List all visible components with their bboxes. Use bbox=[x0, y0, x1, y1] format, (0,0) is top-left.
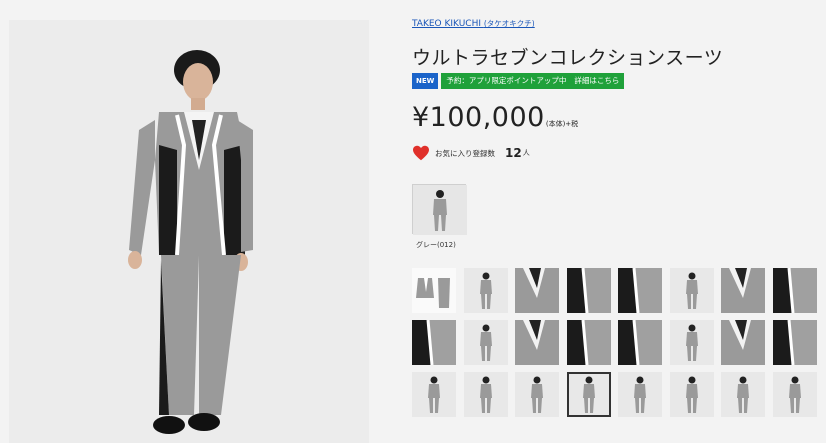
thumbnail-image bbox=[669, 320, 714, 365]
product-thumbnail[interactable] bbox=[412, 372, 456, 417]
color-swatch-gray[interactable] bbox=[412, 184, 467, 235]
thumbnail-image bbox=[566, 268, 611, 313]
product-thumbnail[interactable] bbox=[566, 372, 611, 417]
product-thumbnail[interactable] bbox=[721, 372, 765, 417]
thumbnail-image bbox=[669, 268, 714, 313]
thumbnail-image bbox=[618, 320, 662, 365]
product-title: ウルトラセブンコレクションスーツ bbox=[412, 47, 724, 69]
favorite-unit: 人 bbox=[522, 149, 530, 157]
product-thumbnail[interactable] bbox=[463, 268, 508, 313]
product-thumbnail[interactable] bbox=[566, 320, 611, 365]
product-thumbnail[interactable] bbox=[463, 320, 508, 365]
promo-text: 予約：アプリ限定ポイントアップ中 bbox=[446, 76, 567, 85]
product-thumbnail[interactable] bbox=[515, 372, 559, 417]
product-thumbnail[interactable] bbox=[721, 320, 765, 365]
badge-row: NEW 予約：アプリ限定ポイントアップ中 詳細はこちら bbox=[412, 73, 625, 89]
thumbnail-image bbox=[566, 320, 611, 365]
price-amount: ¥100,000 bbox=[412, 102, 545, 133]
product-thumbnail[interactable] bbox=[669, 320, 714, 365]
thumbnail-image bbox=[721, 320, 765, 365]
favorite-label: お気に入り登録数 bbox=[435, 148, 495, 158]
main-product-photo[interactable] bbox=[9, 20, 369, 443]
thumbnail-image bbox=[515, 268, 559, 313]
product-thumbnail[interactable] bbox=[515, 268, 559, 313]
brand-link[interactable]: TAKEO KIKUCHI (タケオキクチ) bbox=[412, 18, 535, 29]
price: ¥100,000(本体)+税 bbox=[412, 102, 578, 133]
thumbnail-image bbox=[412, 268, 456, 313]
thumbnail-image bbox=[669, 372, 714, 417]
thumbnail-image bbox=[412, 372, 456, 417]
new-badge: NEW bbox=[412, 73, 439, 89]
product-thumbnail[interactable] bbox=[566, 268, 611, 313]
thumbnail-image bbox=[772, 372, 817, 417]
product-thumbnail[interactable] bbox=[412, 268, 456, 313]
thumbnail-image bbox=[721, 372, 765, 417]
product-thumbnail[interactable] bbox=[618, 268, 662, 313]
favorite-row: お気に入り登録数 12 人 bbox=[412, 145, 530, 161]
thumbnail-image bbox=[515, 372, 559, 417]
thumbnail-image bbox=[721, 268, 765, 313]
product-thumbnail[interactable] bbox=[515, 320, 559, 365]
thumbnail-image bbox=[463, 320, 508, 365]
thumbnail-image bbox=[412, 320, 456, 365]
color-swatch-image bbox=[413, 185, 467, 235]
product-thumbnail[interactable] bbox=[772, 320, 817, 365]
thumbnail-image bbox=[515, 320, 559, 365]
promo-detail-link[interactable]: 詳細はこちら bbox=[574, 76, 619, 85]
product-thumbnail[interactable] bbox=[618, 320, 662, 365]
product-thumbnail[interactable] bbox=[412, 320, 456, 365]
thumbnail-image bbox=[463, 268, 508, 313]
product-thumbnail[interactable] bbox=[669, 372, 714, 417]
thumbnail-image bbox=[772, 320, 817, 365]
thumbnail-image bbox=[772, 268, 817, 313]
product-thumbnail[interactable] bbox=[618, 372, 662, 417]
brand-name: TAKEO KIKUCHI bbox=[412, 19, 481, 29]
brand-kana: (タケオキクチ) bbox=[483, 19, 535, 28]
thumbnail-image bbox=[566, 372, 611, 417]
thumbnail-image bbox=[463, 372, 508, 417]
model-in-suit-image bbox=[9, 20, 369, 443]
product-thumbnail[interactable] bbox=[721, 268, 765, 313]
product-thumbnail[interactable] bbox=[463, 372, 508, 417]
price-tax-note: (本体)+税 bbox=[545, 120, 579, 128]
product-thumbnail[interactable] bbox=[669, 268, 714, 313]
favorite-count: 12 bbox=[505, 146, 522, 160]
product-thumbnail[interactable] bbox=[772, 372, 817, 417]
color-label: グレー(012) bbox=[416, 241, 456, 249]
thumbnail-image bbox=[618, 268, 662, 313]
product-thumbnail[interactable] bbox=[772, 268, 817, 313]
thumbnail-image bbox=[618, 372, 662, 417]
promo-badge[interactable]: 予約：アプリ限定ポイントアップ中 詳細はこちら bbox=[441, 73, 625, 89]
heart-icon[interactable] bbox=[412, 145, 430, 161]
